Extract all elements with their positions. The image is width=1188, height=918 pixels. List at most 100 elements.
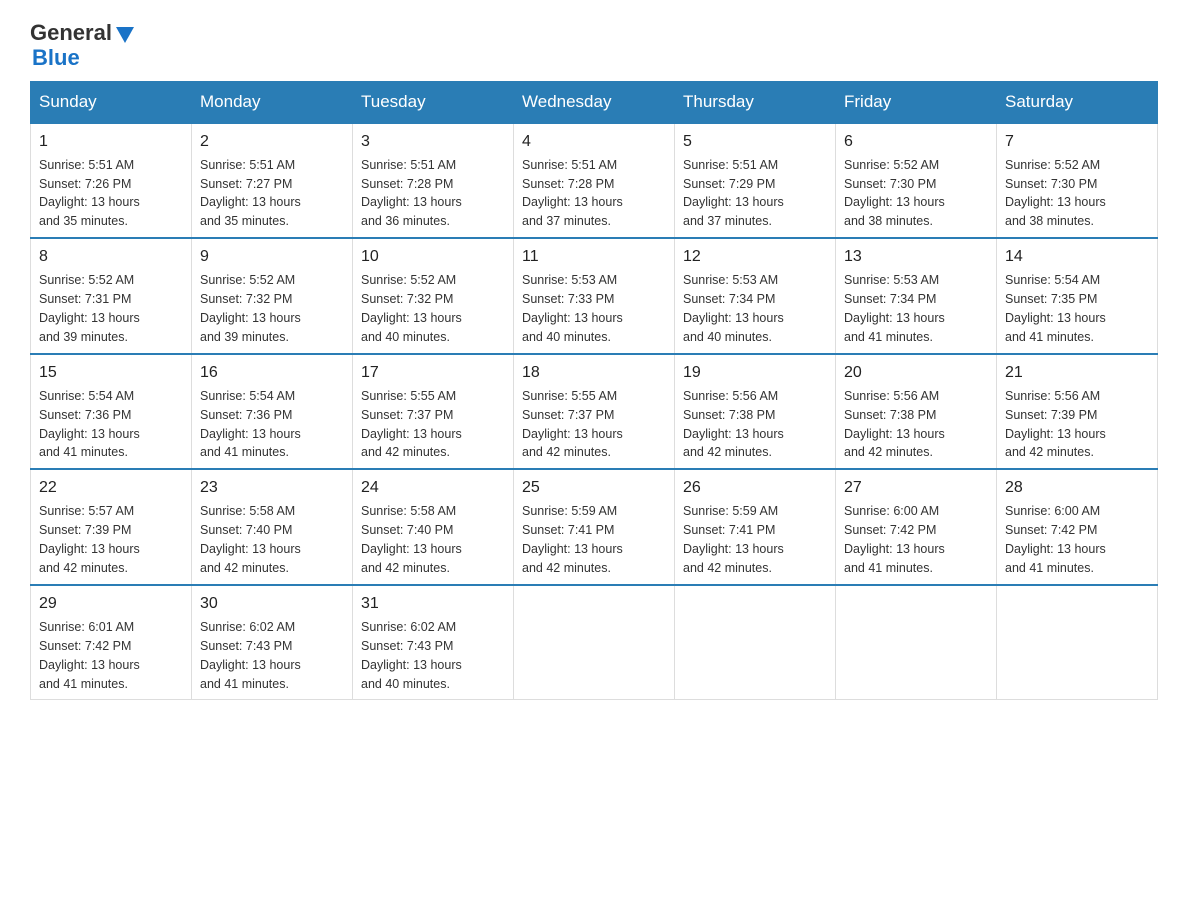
calendar-cell: 1 Sunrise: 5:51 AMSunset: 7:26 PMDayligh…: [31, 123, 192, 239]
day-info: Sunrise: 5:51 AMSunset: 7:29 PMDaylight:…: [683, 158, 784, 229]
day-number: 9: [200, 245, 344, 268]
calendar-cell: 30 Sunrise: 6:02 AMSunset: 7:43 PMDaylig…: [192, 585, 353, 700]
day-number: 21: [1005, 361, 1149, 384]
logo-blue: Blue: [32, 45, 136, 70]
day-info: Sunrise: 6:00 AMSunset: 7:42 PMDaylight:…: [844, 504, 945, 575]
day-info: Sunrise: 5:51 AMSunset: 7:28 PMDaylight:…: [361, 158, 462, 229]
day-number: 14: [1005, 245, 1149, 268]
day-number: 7: [1005, 130, 1149, 153]
day-info: Sunrise: 5:54 AMSunset: 7:36 PMDaylight:…: [39, 389, 140, 460]
calendar-header: SundayMondayTuesdayWednesdayThursdayFrid…: [31, 81, 1158, 123]
page-header: General Blue: [30, 20, 1158, 71]
calendar-cell: 3 Sunrise: 5:51 AMSunset: 7:28 PMDayligh…: [353, 123, 514, 239]
calendar-cell: 13 Sunrise: 5:53 AMSunset: 7:34 PMDaylig…: [836, 238, 997, 354]
weekday-header-monday: Monday: [192, 81, 353, 123]
weekday-header-friday: Friday: [836, 81, 997, 123]
calendar-cell: 18 Sunrise: 5:55 AMSunset: 7:37 PMDaylig…: [514, 354, 675, 470]
day-number: 19: [683, 361, 827, 384]
day-number: 16: [200, 361, 344, 384]
weekday-header-sunday: Sunday: [31, 81, 192, 123]
day-number: 31: [361, 592, 505, 615]
day-number: 2: [200, 130, 344, 153]
calendar-cell: 15 Sunrise: 5:54 AMSunset: 7:36 PMDaylig…: [31, 354, 192, 470]
day-info: Sunrise: 5:51 AMSunset: 7:27 PMDaylight:…: [200, 158, 301, 229]
calendar-cell: [836, 585, 997, 700]
day-info: Sunrise: 5:58 AMSunset: 7:40 PMDaylight:…: [200, 504, 301, 575]
day-number: 20: [844, 361, 988, 384]
calendar-cell: 23 Sunrise: 5:58 AMSunset: 7:40 PMDaylig…: [192, 469, 353, 585]
day-info: Sunrise: 5:56 AMSunset: 7:38 PMDaylight:…: [683, 389, 784, 460]
logo-general: General: [30, 20, 112, 45]
day-info: Sunrise: 5:53 AMSunset: 7:34 PMDaylight:…: [683, 273, 784, 344]
day-number: 11: [522, 245, 666, 268]
calendar-cell: [997, 585, 1158, 700]
calendar-cell: 8 Sunrise: 5:52 AMSunset: 7:31 PMDayligh…: [31, 238, 192, 354]
day-number: 10: [361, 245, 505, 268]
weekday-header-thursday: Thursday: [675, 81, 836, 123]
day-number: 27: [844, 476, 988, 499]
calendar-cell: 10 Sunrise: 5:52 AMSunset: 7:32 PMDaylig…: [353, 238, 514, 354]
calendar-cell: 29 Sunrise: 6:01 AMSunset: 7:42 PMDaylig…: [31, 585, 192, 700]
week-row-2: 8 Sunrise: 5:52 AMSunset: 7:31 PMDayligh…: [31, 238, 1158, 354]
calendar-table: SundayMondayTuesdayWednesdayThursdayFrid…: [30, 81, 1158, 701]
calendar-cell: 27 Sunrise: 6:00 AMSunset: 7:42 PMDaylig…: [836, 469, 997, 585]
day-number: 8: [39, 245, 183, 268]
day-info: Sunrise: 5:54 AMSunset: 7:36 PMDaylight:…: [200, 389, 301, 460]
calendar-cell: 5 Sunrise: 5:51 AMSunset: 7:29 PMDayligh…: [675, 123, 836, 239]
day-info: Sunrise: 5:52 AMSunset: 7:32 PMDaylight:…: [200, 273, 301, 344]
calendar-cell: 11 Sunrise: 5:53 AMSunset: 7:33 PMDaylig…: [514, 238, 675, 354]
calendar-cell: 12 Sunrise: 5:53 AMSunset: 7:34 PMDaylig…: [675, 238, 836, 354]
calendar-cell: 4 Sunrise: 5:51 AMSunset: 7:28 PMDayligh…: [514, 123, 675, 239]
day-number: 3: [361, 130, 505, 153]
day-number: 6: [844, 130, 988, 153]
calendar-cell: 9 Sunrise: 5:52 AMSunset: 7:32 PMDayligh…: [192, 238, 353, 354]
calendar-cell: 28 Sunrise: 6:00 AMSunset: 7:42 PMDaylig…: [997, 469, 1158, 585]
day-info: Sunrise: 5:51 AMSunset: 7:26 PMDaylight:…: [39, 158, 140, 229]
calendar-cell: 24 Sunrise: 5:58 AMSunset: 7:40 PMDaylig…: [353, 469, 514, 585]
day-number: 22: [39, 476, 183, 499]
calendar-cell: 16 Sunrise: 5:54 AMSunset: 7:36 PMDaylig…: [192, 354, 353, 470]
day-number: 1: [39, 130, 183, 153]
day-number: 4: [522, 130, 666, 153]
day-info: Sunrise: 5:53 AMSunset: 7:34 PMDaylight:…: [844, 273, 945, 344]
day-number: 30: [200, 592, 344, 615]
day-info: Sunrise: 5:57 AMSunset: 7:39 PMDaylight:…: [39, 504, 140, 575]
day-info: Sunrise: 5:59 AMSunset: 7:41 PMDaylight:…: [683, 504, 784, 575]
day-number: 18: [522, 361, 666, 384]
day-info: Sunrise: 5:53 AMSunset: 7:33 PMDaylight:…: [522, 273, 623, 344]
day-number: 15: [39, 361, 183, 384]
day-info: Sunrise: 5:59 AMSunset: 7:41 PMDaylight:…: [522, 504, 623, 575]
calendar-cell: 22 Sunrise: 5:57 AMSunset: 7:39 PMDaylig…: [31, 469, 192, 585]
weekday-header-tuesday: Tuesday: [353, 81, 514, 123]
calendar-cell: 17 Sunrise: 5:55 AMSunset: 7:37 PMDaylig…: [353, 354, 514, 470]
day-number: 28: [1005, 476, 1149, 499]
calendar-cell: 2 Sunrise: 5:51 AMSunset: 7:27 PMDayligh…: [192, 123, 353, 239]
day-info: Sunrise: 5:52 AMSunset: 7:30 PMDaylight:…: [844, 158, 945, 229]
day-number: 26: [683, 476, 827, 499]
calendar-cell: 25 Sunrise: 5:59 AMSunset: 7:41 PMDaylig…: [514, 469, 675, 585]
day-info: Sunrise: 5:55 AMSunset: 7:37 PMDaylight:…: [361, 389, 462, 460]
calendar-cell: 14 Sunrise: 5:54 AMSunset: 7:35 PMDaylig…: [997, 238, 1158, 354]
logo: General Blue: [30, 20, 136, 71]
day-info: Sunrise: 5:56 AMSunset: 7:39 PMDaylight:…: [1005, 389, 1106, 460]
day-info: Sunrise: 6:02 AMSunset: 7:43 PMDaylight:…: [200, 620, 301, 691]
calendar-cell: [514, 585, 675, 700]
calendar-cell: 21 Sunrise: 5:56 AMSunset: 7:39 PMDaylig…: [997, 354, 1158, 470]
day-info: Sunrise: 5:56 AMSunset: 7:38 PMDaylight:…: [844, 389, 945, 460]
day-number: 13: [844, 245, 988, 268]
day-info: Sunrise: 5:52 AMSunset: 7:30 PMDaylight:…: [1005, 158, 1106, 229]
week-row-3: 15 Sunrise: 5:54 AMSunset: 7:36 PMDaylig…: [31, 354, 1158, 470]
day-number: 25: [522, 476, 666, 499]
calendar-cell: 20 Sunrise: 5:56 AMSunset: 7:38 PMDaylig…: [836, 354, 997, 470]
weekday-header-wednesday: Wednesday: [514, 81, 675, 123]
calendar-cell: 6 Sunrise: 5:52 AMSunset: 7:30 PMDayligh…: [836, 123, 997, 239]
day-info: Sunrise: 5:52 AMSunset: 7:31 PMDaylight:…: [39, 273, 140, 344]
calendar-body: 1 Sunrise: 5:51 AMSunset: 7:26 PMDayligh…: [31, 123, 1158, 700]
weekday-header-saturday: Saturday: [997, 81, 1158, 123]
day-number: 29: [39, 592, 183, 615]
day-number: 23: [200, 476, 344, 499]
day-number: 24: [361, 476, 505, 499]
day-number: 17: [361, 361, 505, 384]
calendar-cell: 31 Sunrise: 6:02 AMSunset: 7:43 PMDaylig…: [353, 585, 514, 700]
day-number: 5: [683, 130, 827, 153]
